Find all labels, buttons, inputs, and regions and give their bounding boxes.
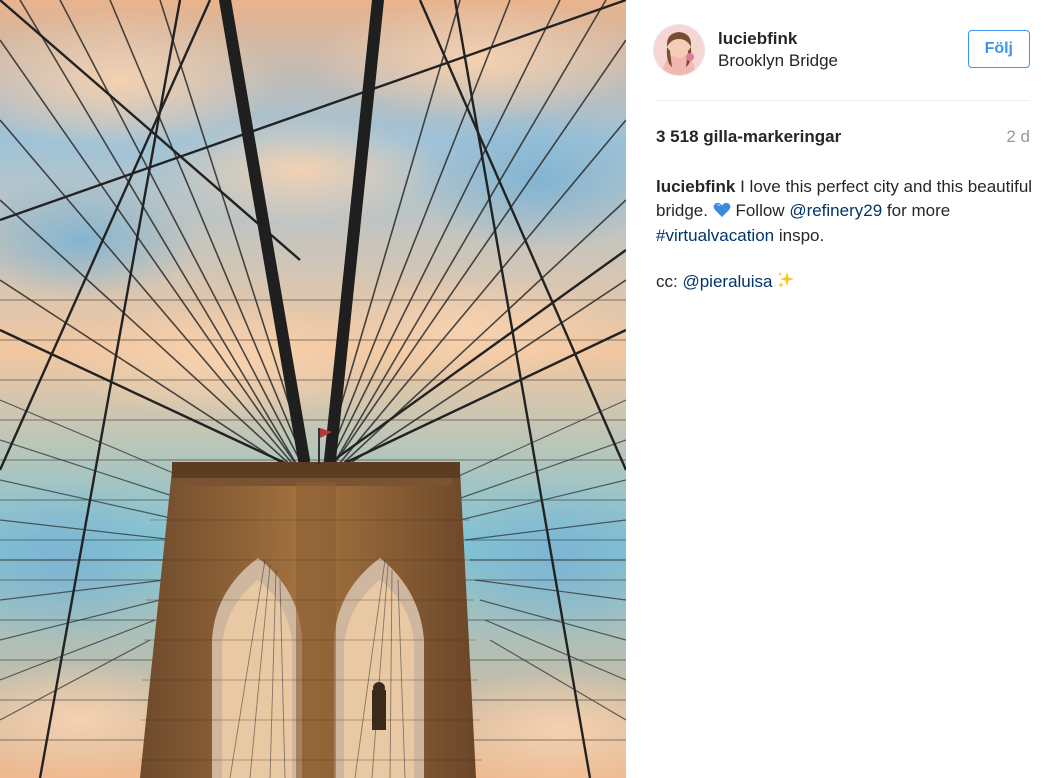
post-caption: luciebfink I love this perfect city and … <box>656 175 1038 295</box>
sparkles-icon <box>777 271 795 296</box>
blue-heart-icon <box>713 201 731 225</box>
username-link[interactable]: luciebfink <box>718 28 838 50</box>
header-text: luciebfink Brooklyn Bridge <box>718 28 838 72</box>
post-sidebar: luciebfink Brooklyn Bridge Följ 3 518 gi… <box>626 0 1058 778</box>
follow-button[interactable]: Följ <box>967 30 1030 68</box>
mention-link-pieraluisa[interactable]: @pieraluisa <box>682 272 772 291</box>
caption-cc-line: cc: @pieraluisa <box>656 270 1038 296</box>
likes-count[interactable]: 3 518 gilla-markeringar <box>656 127 841 146</box>
post-time[interactable]: 2 d <box>1006 125 1030 149</box>
cc-label: cc: <box>656 271 678 291</box>
caption-paragraph: luciebfink I love this perfect city and … <box>656 175 1038 248</box>
mention-link-refinery29[interactable]: @refinery29 <box>789 201 882 220</box>
instagram-post: luciebfink Brooklyn Bridge Följ 3 518 gi… <box>0 0 1058 778</box>
caption-text-4: inspo. <box>778 226 825 245</box>
header-divider <box>656 100 1030 101</box>
caption-text-2: Follow <box>735 200 785 220</box>
hashtag-link-virtualvacation[interactable]: #virtualvacation <box>656 226 774 245</box>
bridge-photo-illustration <box>0 0 626 778</box>
avatar[interactable] <box>654 25 704 75</box>
location-link[interactable]: Brooklyn Bridge <box>718 50 838 72</box>
avatar-image <box>654 25 704 75</box>
post-header: luciebfink Brooklyn Bridge Följ <box>654 24 1030 76</box>
caption-text-3: for more <box>886 200 951 220</box>
caption-username[interactable]: luciebfink <box>656 177 735 196</box>
post-stats: 3 518 gilla-markeringar 2 d <box>656 125 1030 149</box>
post-photo[interactable] <box>0 0 626 778</box>
